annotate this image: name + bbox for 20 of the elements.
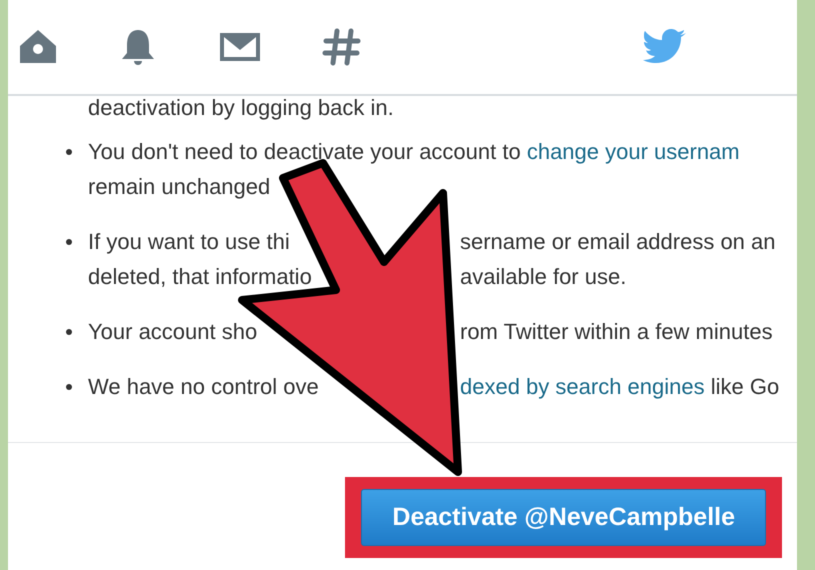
body-text: You don't need to deactivate your account to xyxy=(88,139,522,164)
hashtag-icon[interactable] xyxy=(322,27,362,67)
body-text: deleted, that informatio xyxy=(88,264,312,289)
body-text: rom Twitter within a few minutes xyxy=(460,319,773,344)
body-text: sername or email address on an xyxy=(460,229,776,254)
body-text: available for use. xyxy=(460,264,626,289)
bullet-icon xyxy=(66,329,72,335)
body-text: deactivation by logging back in. xyxy=(88,96,395,120)
bullet-icon xyxy=(66,149,72,155)
body-text: If you want to use thi xyxy=(88,229,290,254)
body-text: Your account sho xyxy=(88,319,258,344)
bird-icon[interactable] xyxy=(643,29,687,65)
body-text: like Go xyxy=(710,374,780,399)
bullet-icon xyxy=(66,384,72,390)
deactivate-button[interactable]: Deactivate @NeveCampbelle xyxy=(361,489,766,546)
text-link[interactable]: dexed by search engines xyxy=(460,374,705,399)
bullet-icon xyxy=(66,239,72,245)
text-link[interactable]: change your usernam xyxy=(526,139,740,164)
body-text: remain unchanged xyxy=(88,174,270,199)
body-text: We have no control ove xyxy=(88,374,319,399)
